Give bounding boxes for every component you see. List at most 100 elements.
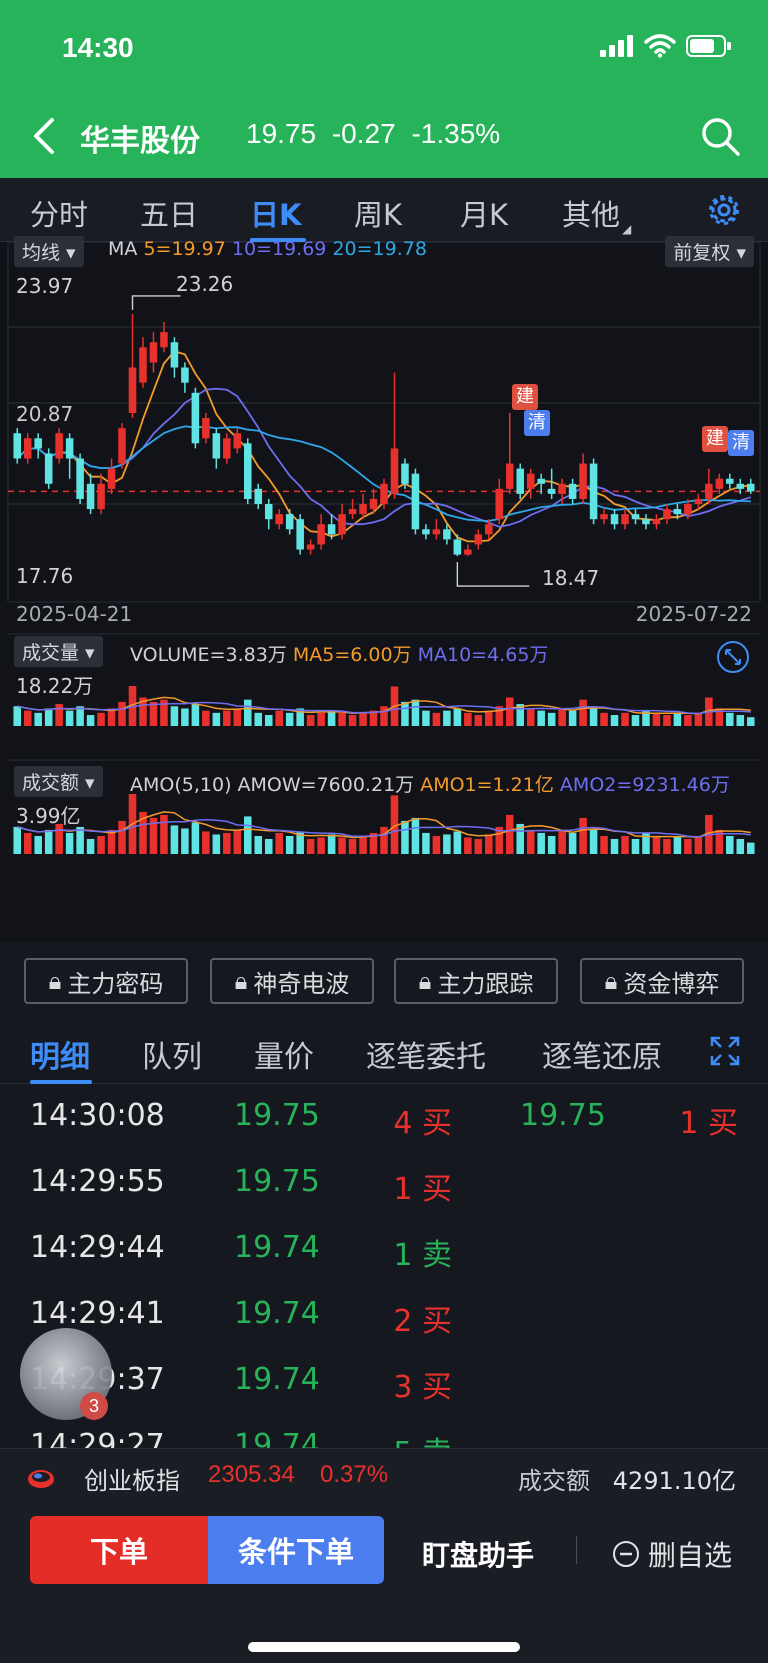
tab-other-label: 其他 bbox=[562, 198, 621, 232]
candle-body bbox=[23, 438, 32, 459]
volume-bar bbox=[401, 701, 409, 726]
volume-bar bbox=[55, 704, 63, 726]
fullscreen-icon[interactable] bbox=[710, 1036, 740, 1066]
volume-bar bbox=[684, 715, 692, 726]
amount-bar bbox=[673, 835, 682, 854]
volume-bar bbox=[34, 712, 42, 726]
ma5-line bbox=[16, 350, 751, 543]
candle-body bbox=[631, 514, 640, 520]
trade-price: 19.74 bbox=[234, 1230, 320, 1265]
tab-day-k[interactable]: 日K bbox=[250, 192, 301, 234]
trade-detail-list[interactable]: 14:30:08 19.75 4 买 19.75 1 买 14:29:55 19… bbox=[0, 1086, 768, 1448]
candle-body bbox=[558, 483, 566, 494]
chip-main-code[interactable]: 🔒︎ 主力密码 bbox=[24, 958, 188, 1004]
volume-bar bbox=[202, 710, 210, 726]
low-price-label: 18.47 bbox=[542, 566, 600, 590]
candle-body bbox=[254, 488, 263, 505]
trade-volume: 4 买 bbox=[393, 1106, 452, 1141]
build-signal-2[interactable]: 建 bbox=[702, 426, 728, 452]
candle-body bbox=[694, 498, 703, 505]
high-callout-line bbox=[131, 295, 181, 310]
index-ticker-bar[interactable]: 创业板指 2305.34 0.37% 成交额 4291.10亿 bbox=[0, 1448, 768, 1504]
volume-bar bbox=[673, 712, 682, 726]
candle-body bbox=[390, 448, 399, 494]
adjust-label: 前复权 bbox=[673, 242, 731, 264]
candle-body bbox=[306, 544, 315, 550]
candle-body bbox=[317, 524, 325, 545]
volume-selector[interactable]: 成交量 ▾ bbox=[14, 636, 103, 667]
tab-detail[interactable]: 明细 bbox=[30, 1032, 90, 1076]
expand-chart-icon[interactable] bbox=[716, 640, 750, 674]
kline-chart-area[interactable]: 均线 ▾ MA 5=19.97 10=19.69 20=19.78 前复权 ▾ … bbox=[0, 236, 768, 942]
kline-chart-svg[interactable] bbox=[0, 242, 768, 942]
amount-value: AMO(5,10) bbox=[130, 774, 232, 796]
volume-bar bbox=[746, 717, 755, 726]
volume-bar bbox=[170, 706, 179, 726]
stock-title-row: 华丰股份 19.75 -0.27 -1.35% bbox=[0, 108, 768, 164]
clear-signal-1[interactable]: 清 bbox=[524, 410, 550, 436]
index-amount-value: 4291.10亿 bbox=[612, 1467, 736, 1495]
tab-queue[interactable]: 队列 bbox=[142, 1032, 202, 1076]
tab-volume-price[interactable]: 量价 bbox=[254, 1032, 314, 1076]
amount-bar bbox=[76, 826, 84, 854]
volume-bar bbox=[86, 715, 95, 726]
trade-price: 19.74 bbox=[234, 1296, 320, 1331]
amount-bar bbox=[191, 822, 200, 854]
amount-bar bbox=[23, 832, 32, 854]
gear-icon[interactable] bbox=[706, 192, 742, 228]
chip-magic-wave[interactable]: 🔒︎ 神奇电波 bbox=[210, 958, 374, 1004]
place-order-button[interactable]: 下单 bbox=[30, 1516, 208, 1584]
chip-label: 资金博弈 bbox=[623, 969, 720, 998]
amount-bar bbox=[202, 831, 210, 854]
volume-bar bbox=[359, 712, 367, 726]
amount-bar bbox=[254, 835, 263, 854]
search-icon[interactable] bbox=[698, 114, 742, 158]
volume-bar bbox=[306, 715, 315, 726]
trade-row: 14:29:41 19.74 2 买 bbox=[0, 1284, 768, 1350]
candle-body bbox=[547, 488, 556, 494]
tab-order-by-order[interactable]: 逐笔委托 bbox=[366, 1032, 486, 1076]
volume-bar bbox=[181, 708, 189, 726]
adjust-selector[interactable]: 前复权 ▾ bbox=[665, 236, 754, 267]
signal-icon bbox=[600, 35, 633, 57]
chip-capital-game[interactable]: 🔒︎ 资金博弈 bbox=[580, 958, 744, 1004]
remove-watchlist-button[interactable]: 删自选 bbox=[612, 1534, 732, 1574]
amount-bar bbox=[443, 834, 451, 854]
volume-legend: VOLUME=3.83万 MA5=6.00万 MA10=4.65万 bbox=[130, 640, 548, 667]
conditional-order-button[interactable]: 条件下单 bbox=[208, 1516, 384, 1584]
tab-other[interactable]: 其他 ◢ bbox=[562, 192, 631, 236]
tab-five-day[interactable]: 五日 bbox=[140, 192, 198, 234]
tab-week-k[interactable]: 周K bbox=[354, 192, 402, 234]
date-end: 2025-07-22 bbox=[635, 602, 752, 626]
index-amount-label: 成交额 bbox=[518, 1467, 590, 1495]
tab-month-k[interactable]: 月K bbox=[460, 192, 508, 234]
indicator-selector[interactable]: 均线 ▾ bbox=[14, 236, 84, 267]
tab-trade-restore[interactable]: 逐笔还原 bbox=[542, 1032, 662, 1076]
candle-body bbox=[505, 463, 514, 489]
candle-body bbox=[13, 433, 22, 459]
volume-bar bbox=[663, 715, 671, 726]
amount-bar bbox=[13, 826, 22, 854]
clear-signal-2[interactable]: 清 bbox=[728, 430, 754, 456]
chip-main-tracking[interactable]: 🔒︎ 主力跟踪 bbox=[394, 958, 558, 1004]
candle-body bbox=[275, 514, 283, 525]
volume-bar bbox=[327, 710, 336, 726]
candle-body bbox=[715, 478, 724, 489]
candle-body bbox=[422, 529, 430, 535]
candle-body bbox=[411, 473, 420, 530]
back-icon[interactable] bbox=[26, 116, 66, 156]
amount-bar bbox=[97, 835, 105, 854]
stock-change: -0.27 bbox=[331, 118, 396, 149]
trade-time: 14:29:27 bbox=[30, 1428, 165, 1448]
candle-body bbox=[160, 332, 168, 348]
index-name: 创业板指 bbox=[84, 1467, 180, 1495]
trade-time: 14:29:44 bbox=[30, 1230, 165, 1265]
amount-selector[interactable]: 成交额 ▾ bbox=[14, 766, 103, 797]
amount-bar bbox=[348, 838, 357, 854]
watch-helper-button[interactable]: 盯盘助手 bbox=[422, 1534, 534, 1574]
app-header: 14:30 华丰股份 19.75 -0.27 -1.35% bbox=[0, 0, 768, 178]
build-signal-1[interactable]: 建 bbox=[512, 384, 538, 410]
amount-bar bbox=[401, 820, 409, 854]
candle-body bbox=[673, 509, 682, 515]
tab-minute[interactable]: 分时 bbox=[30, 192, 88, 234]
